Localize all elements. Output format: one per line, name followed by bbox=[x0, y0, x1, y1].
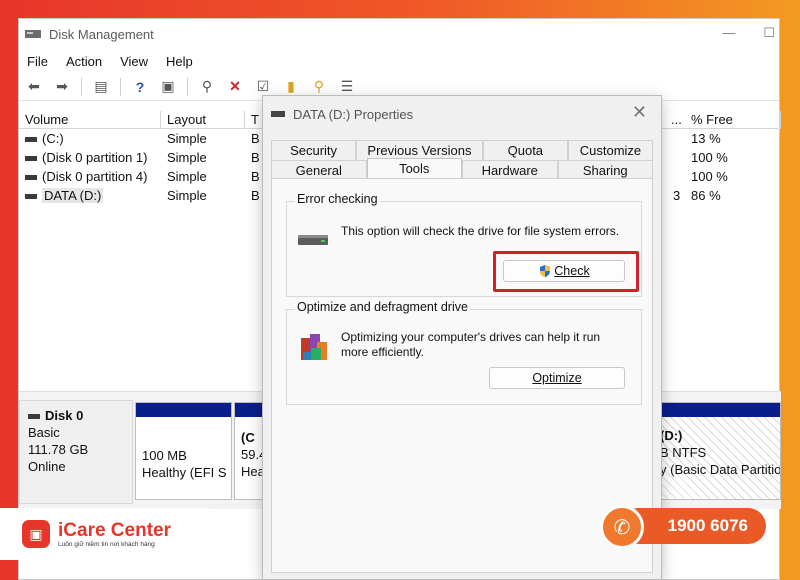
menu-view[interactable]: View bbox=[120, 54, 148, 69]
drive-icon bbox=[28, 414, 40, 420]
tools-panel: Error checking This option will check th… bbox=[271, 178, 653, 573]
back-icon[interactable]: ⬅ bbox=[23, 77, 45, 97]
menu-file[interactable]: File bbox=[27, 54, 48, 69]
title-bar: Disk Management — ☐ bbox=[19, 19, 779, 49]
menu-action[interactable]: Action bbox=[66, 54, 102, 69]
volume-name: DATA (D:) bbox=[42, 188, 104, 203]
volume-capacity: 3 bbox=[673, 188, 681, 203]
disk-size: 111.78 GB bbox=[28, 442, 89, 457]
tab-row-bottom: General Tools Hardware Sharing bbox=[271, 158, 653, 182]
brand-banner: ▣ iCare Center Luôn giữ niềm tin nơi khá… bbox=[0, 508, 212, 560]
col-pct-free[interactable]: % Free bbox=[685, 111, 781, 129]
tab-security[interactable]: Security bbox=[271, 140, 357, 160]
refresh-icon[interactable]: ▣ bbox=[157, 77, 179, 97]
connect-icon[interactable]: ⚲ bbox=[196, 77, 218, 97]
error-checking-group: Error checking This option will check th… bbox=[286, 192, 642, 297]
hard-drive-icon bbox=[298, 235, 328, 245]
disk-kind: Basic bbox=[28, 425, 60, 440]
defrag-icon bbox=[301, 334, 327, 360]
drive-icon bbox=[25, 175, 37, 181]
tab-row-top: Security Previous Versions Quota Customi… bbox=[271, 140, 653, 160]
partition-status: y (Basic Data Partitio bbox=[660, 462, 780, 477]
col-layout[interactable]: Layout bbox=[161, 111, 245, 128]
tab-quota[interactable]: Quota bbox=[482, 140, 568, 160]
phone-icon: ✆ bbox=[600, 505, 644, 549]
properties-icon[interactable]: ▤ bbox=[90, 77, 112, 97]
properties-dialog: DATA (D:) Properties ✕ Security Previous… bbox=[262, 95, 662, 580]
volume-pct-free: 13 % bbox=[691, 131, 721, 146]
optimize-button[interactable]: Optimize bbox=[489, 367, 625, 389]
optimize-group: Optimize and defragment drive Optimizing… bbox=[286, 300, 642, 405]
disk-management-icon bbox=[25, 30, 41, 38]
volume-pct-free: 86 % bbox=[691, 188, 721, 203]
search-icon[interactable]: ⚲ bbox=[308, 77, 330, 97]
folder-up-icon[interactable]: ▮ bbox=[280, 77, 302, 97]
dialog-title-bar: DATA (D:) Properties bbox=[263, 96, 661, 132]
volume-name: (Disk 0 partition 1) bbox=[42, 150, 148, 165]
group-title: Error checking bbox=[295, 192, 380, 206]
brand-name: iCare Center bbox=[58, 519, 171, 541]
disk-name: Disk 0 bbox=[45, 408, 84, 423]
shield-icon bbox=[540, 265, 551, 277]
partition-c[interactable]: (C 59.4 Hea bbox=[234, 402, 264, 500]
partition-efi[interactable]: 100 MB Healthy (EFI S bbox=[135, 402, 232, 500]
volume-name: (C:) bbox=[42, 131, 64, 146]
volume-pct-free: 100 % bbox=[691, 150, 728, 165]
col-volume[interactable]: Volume bbox=[19, 111, 161, 128]
brand-logo-icon: ▣ bbox=[22, 520, 50, 548]
forward-icon[interactable]: ➡ bbox=[51, 77, 73, 97]
partition-name: (C bbox=[241, 430, 255, 445]
help-icon[interactable]: ? bbox=[129, 77, 151, 97]
close-icon[interactable]: ✕ bbox=[632, 102, 647, 123]
partition-size: B NTFS bbox=[660, 445, 707, 460]
dialog-title: DATA (D:) Properties bbox=[293, 106, 414, 122]
window-title: Disk Management bbox=[49, 26, 154, 42]
disk-label[interactable]: Disk 0 Basic 111.78 GB Online bbox=[19, 400, 133, 504]
partition-name: (D:) bbox=[660, 428, 683, 443]
check-button-label: Check bbox=[554, 264, 590, 278]
partition-status: Healthy (EFI S bbox=[142, 465, 227, 480]
check-icon[interactable]: ☑ bbox=[252, 77, 274, 97]
disk-status: Online bbox=[28, 459, 66, 474]
volume-layout: Simple bbox=[167, 169, 207, 184]
volume-layout: Simple bbox=[167, 188, 207, 203]
partition-size: 59.4 bbox=[241, 447, 263, 462]
drive-icon bbox=[25, 194, 37, 200]
minimize-icon[interactable]: — bbox=[722, 25, 735, 41]
drive-icon bbox=[271, 111, 285, 117]
volume-name: (Disk 0 partition 4) bbox=[42, 169, 148, 184]
tab-sharing[interactable]: Sharing bbox=[557, 160, 653, 180]
menu-bar: File Action View Help bbox=[19, 49, 779, 73]
delete-icon[interactable]: ✕ bbox=[224, 77, 246, 97]
volume-layout: Simple bbox=[167, 150, 207, 165]
partition-d[interactable]: (D:) B NTFS y (Basic Data Partitio bbox=[659, 402, 781, 500]
optimize-button-label: Optimize bbox=[532, 371, 582, 385]
volume-pct-free: 100 % bbox=[691, 169, 728, 184]
phone-number: 1900 6076 bbox=[667, 516, 748, 535]
check-button[interactable]: Check bbox=[503, 260, 625, 282]
error-checking-text: This option will check the drive for fil… bbox=[341, 224, 620, 238]
maximize-icon[interactable]: ☐ bbox=[763, 25, 775, 41]
col-capacity[interactable]: ... bbox=[669, 111, 685, 129]
brand-tagline: Luôn giữ niềm tin nơi khách hàng bbox=[58, 540, 155, 548]
tab-general[interactable]: General bbox=[271, 160, 367, 180]
tab-customize[interactable]: Customize bbox=[567, 140, 653, 160]
list-icon[interactable]: ☰ bbox=[336, 77, 358, 97]
menu-help[interactable]: Help bbox=[166, 54, 193, 69]
partition-status: Hea bbox=[241, 464, 263, 479]
drive-icon bbox=[25, 137, 37, 143]
volume-layout: Simple bbox=[167, 131, 207, 146]
partition-size: 100 MB bbox=[142, 448, 187, 463]
drive-icon bbox=[25, 156, 37, 162]
tab-hardware[interactable]: Hardware bbox=[462, 160, 558, 180]
optimize-text: Optimizing your computer's drives can he… bbox=[341, 330, 601, 359]
group-title: Optimize and defragment drive bbox=[295, 300, 470, 314]
tab-previous-versions[interactable]: Previous Versions bbox=[356, 140, 483, 160]
